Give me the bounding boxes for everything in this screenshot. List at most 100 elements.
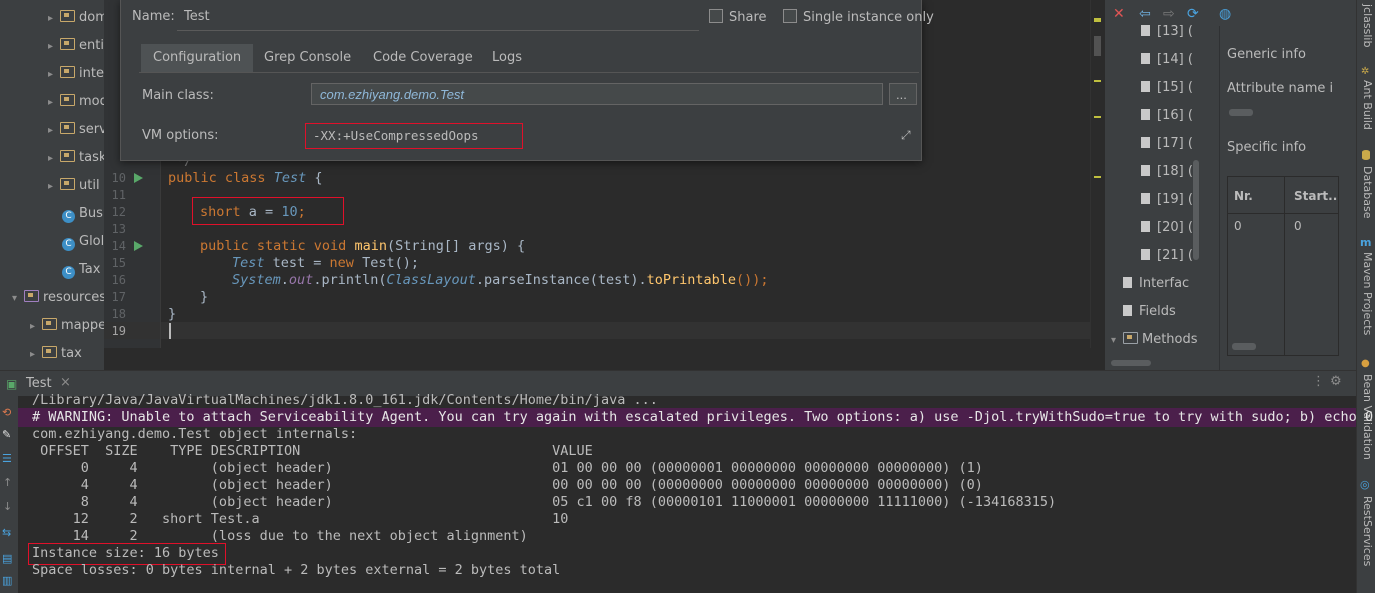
more-icon[interactable]: ⋮ <box>1312 374 1325 389</box>
tree-item-inte[interactable]: ▸ inte <box>48 64 104 84</box>
jclass-tree-item[interactable]: [18] ( <box>1141 164 1193 179</box>
settings-icon[interactable]: ⚙ <box>1330 374 1342 389</box>
jclass-tree-item[interactable]: [15] ( <box>1141 80 1193 95</box>
jclass-tree-item[interactable]: [21] ( <box>1141 248 1193 263</box>
rerun-icon[interactable]: ⟲ <box>2 406 11 419</box>
warning-marker[interactable] <box>1094 176 1101 178</box>
tree-item-class[interactable]: C Bus <box>62 204 103 224</box>
close-icon[interactable]: × <box>60 375 71 390</box>
jclasslib-tool-tab[interactable]: jclasslib <box>1361 4 1374 47</box>
chevron-right-icon[interactable]: ▸ <box>30 317 42 337</box>
forward-arrow-icon[interactable]: ⇨ <box>1163 6 1175 22</box>
database-tool-tab[interactable]: Database <box>1361 166 1374 219</box>
tree-item-dom[interactable]: ▸ dom <box>48 8 104 28</box>
tree-item-task[interactable]: ▸ task <box>48 148 104 168</box>
ant-build-tool-tab[interactable]: Ant Build <box>1361 80 1374 130</box>
column-header-nr[interactable]: Nr. <box>1234 189 1253 203</box>
jclass-tree-item[interactable]: [19] ( <box>1141 192 1193 207</box>
up-arrow-icon[interactable]: ↑ <box>3 476 12 489</box>
console-toolbar: ⟲ ✎ ☰ ↑ ↓ ⇆ ▤ ▥ <box>0 396 18 593</box>
chevron-right-icon[interactable]: ▸ <box>48 9 60 29</box>
resources-folder-icon <box>24 290 39 302</box>
checkbox-icon[interactable] <box>709 9 723 23</box>
jclass-tree-item[interactable]: [14] ( <box>1141 52 1193 67</box>
jclass-tree-item[interactable]: [16] ( <box>1141 108 1193 123</box>
line-number: 15 <box>111 256 126 270</box>
chevron-right-icon[interactable]: ▸ <box>48 149 60 169</box>
down-arrow-icon[interactable]: ↓ <box>3 500 12 513</box>
column-header-start[interactable]: Start.. <box>1294 189 1337 203</box>
run-gutter-icon[interactable] <box>134 241 143 251</box>
tree-item-resources[interactable]: ▾ resources <box>12 288 104 308</box>
jclass-tree-fields[interactable]: Fields <box>1123 304 1176 319</box>
chevron-right-icon[interactable]: ▸ <box>48 121 60 141</box>
jclass-tree-item[interactable]: [20] ( <box>1141 220 1193 235</box>
run-gutter-icon[interactable] <box>134 173 143 183</box>
tree-item-mapper[interactable]: ▸ mappe <box>30 316 104 336</box>
chevron-right-icon[interactable]: ▸ <box>48 37 60 57</box>
highlight-box-field <box>192 197 344 225</box>
tree-item-mod[interactable]: ▸ mod <box>48 92 104 112</box>
trash-icon[interactable]: ▥ <box>2 574 12 587</box>
tree-item-util[interactable]: ▸ util <box>48 176 100 196</box>
jclass-tree-interfaces[interactable]: Interfac <box>1123 276 1189 291</box>
table-scrollbar[interactable] <box>1232 343 1256 350</box>
maven-projects-tool-tab[interactable]: Maven Projects <box>1361 252 1374 335</box>
tab-logs[interactable]: Logs <box>480 44 534 72</box>
close-icon[interactable]: ✕ <box>1113 6 1125 22</box>
tree-item-class[interactable]: C Tax <box>62 260 100 280</box>
split-divider[interactable] <box>1219 26 1220 370</box>
tree-item-class[interactable]: C Glol <box>62 232 104 252</box>
tree-h-scrollbar[interactable] <box>1111 360 1151 366</box>
text-caret <box>169 323 171 339</box>
checkbox-icon[interactable] <box>783 9 797 23</box>
jclass-tree-methods[interactable]: ▾ Methods <box>1111 332 1198 347</box>
warning-marker[interactable] <box>1094 116 1101 118</box>
folder-icon <box>60 10 75 22</box>
tree-item-enti[interactable]: ▸ enti <box>48 36 104 56</box>
code-line-17: } <box>200 289 209 305</box>
warning-marker[interactable] <box>1094 80 1101 82</box>
line-number: 19 <box>111 324 126 338</box>
chevron-down-icon[interactable]: ▾ <box>12 289 24 309</box>
info-scrollbar[interactable] <box>1229 109 1253 116</box>
chevron-right-icon[interactable]: ▸ <box>30 345 42 365</box>
tab-grep-console[interactable]: Grep Console <box>252 44 363 72</box>
print-icon[interactable]: ▤ <box>2 552 12 565</box>
line-number: 16 <box>111 273 126 287</box>
globe-icon[interactable]: ◍ <box>1219 6 1231 22</box>
soft-wrap-icon[interactable]: ⇆ <box>2 526 11 539</box>
run-tab-label[interactable]: Test <box>26 376 52 391</box>
single-instance-checkbox[interactable]: Single instance only <box>783 9 934 25</box>
chevron-right-icon[interactable]: ▸ <box>48 93 60 113</box>
tree-item-serv[interactable]: ▸ serv <box>48 120 104 140</box>
chevron-right-icon[interactable]: ▸ <box>48 65 60 85</box>
restservices-tool-tab[interactable]: RestServices <box>1361 496 1374 566</box>
filter-icon[interactable]: ☰ <box>2 452 12 465</box>
edit-icon[interactable]: ✎ <box>2 428 11 441</box>
refresh-icon[interactable]: ⟳ <box>1187 6 1199 22</box>
main-class-input[interactable]: com.ezhiyang.demo.Test <box>311 83 883 105</box>
jclass-tree-item[interactable]: [17] ( <box>1141 136 1193 151</box>
console-line: 0 4 (object header) 01 00 00 00 (0000000… <box>32 460 983 476</box>
tab-bar-divider <box>139 72 919 73</box>
run-configuration-dialog: Name: Test Share Single instance only Co… <box>120 0 934 161</box>
tree-item-tax[interactable]: ▸ tax <box>30 344 82 364</box>
share-checkbox[interactable]: Share <box>709 9 767 25</box>
scroll-thumb[interactable] <box>1094 36 1101 56</box>
specific-info-label: Specific info <box>1227 140 1307 155</box>
chevron-down-icon[interactable]: ▾ <box>1111 335 1123 346</box>
tree-scrollbar[interactable] <box>1193 160 1199 260</box>
file-icon <box>1141 249 1150 260</box>
name-input[interactable]: Test <box>184 9 210 24</box>
maven-icon: m <box>1360 236 1372 249</box>
tab-code-coverage[interactable]: Code Coverage <box>361 44 485 72</box>
back-arrow-icon[interactable]: ⇦ <box>1139 6 1151 22</box>
jclass-tree-item[interactable]: [13] ( <box>1141 24 1193 39</box>
warning-marker[interactable] <box>1094 18 1101 22</box>
code-line-10: public class Test { <box>168 170 323 186</box>
expand-icon[interactable]: ⤢ <box>901 128 911 143</box>
browse-button[interactable]: ... <box>889 83 917 105</box>
chevron-right-icon[interactable]: ▸ <box>48 177 60 197</box>
tab-configuration[interactable]: Configuration <box>141 44 254 72</box>
